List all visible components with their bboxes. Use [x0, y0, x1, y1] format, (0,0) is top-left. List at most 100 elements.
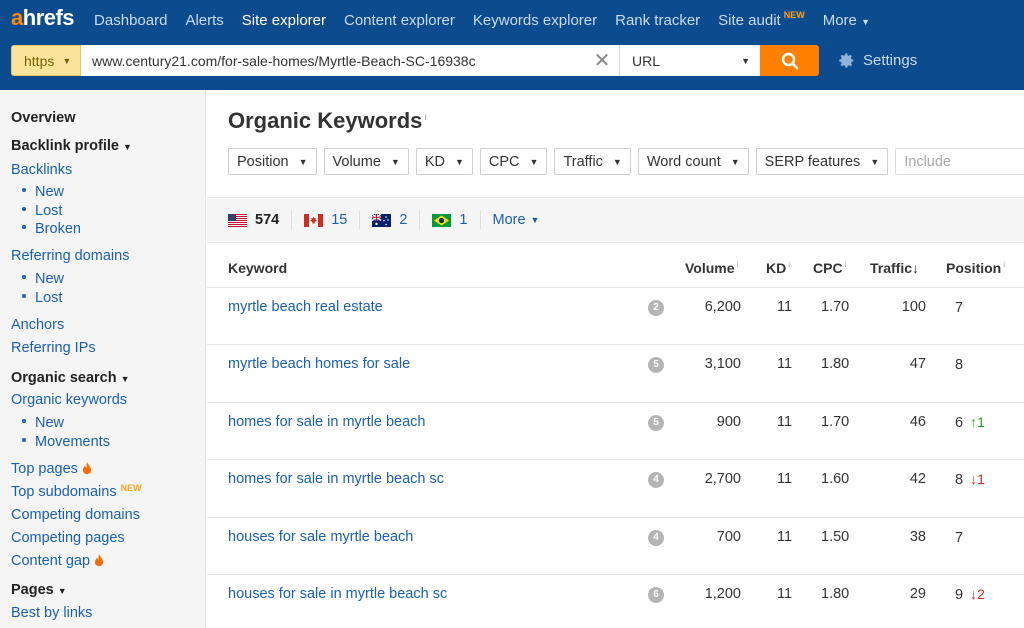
settings-button[interactable]: Settings	[838, 45, 917, 76]
filter-serp-features[interactable]: SERP features ▼	[755, 148, 889, 175]
keyword-link[interactable]: myrtle beach homes for sale	[228, 356, 410, 372]
column-header-cpc[interactable]: CPC i	[813, 260, 846, 276]
sidebar-item-organic-keywords[interactable]: Organic keywords	[11, 392, 127, 408]
ahrefs-logo[interactable]: ahrefs	[11, 5, 75, 31]
keyword-link[interactable]: houses for sale in myrtle beach sc	[228, 586, 447, 602]
sidebar-item-backlinks-new[interactable]: New	[22, 184, 64, 200]
info-icon[interactable]: i	[424, 112, 426, 122]
info-icon[interactable]: i	[737, 260, 739, 269]
column-label: Traffic	[870, 260, 913, 276]
ca-flag-icon	[304, 213, 324, 227]
country-tab-br[interactable]: 1	[432, 211, 481, 229]
serp-features-badge[interactable]: 5	[648, 415, 664, 431]
sidebar-item-competing-pages[interactable]: Competing pages	[11, 530, 125, 546]
country-tab-us[interactable]: 574	[228, 211, 293, 229]
position-value: 8 ↓1	[955, 471, 985, 488]
keyword-link[interactable]: homes for sale in myrtle beach sc	[228, 471, 444, 487]
url-input[interactable]: www.century21.com/for-sale-homes/Myrtle-…	[81, 45, 585, 76]
volume-value: 1,200	[704, 586, 741, 602]
info-icon[interactable]: i	[845, 260, 847, 269]
filter-volume[interactable]: Volume ▼	[323, 148, 409, 175]
country-more-button[interactable]: More ▼	[493, 211, 552, 229]
page-title: Organic Keywords i	[228, 108, 426, 134]
sidebar-item-organic-keywords-new[interactable]: New	[22, 415, 64, 431]
sidebar-item-referring-domains-lost[interactable]: Lost	[22, 290, 62, 306]
sidebar-item-top-subdomains[interactable]: Top subdomains NEW	[11, 483, 142, 500]
filter-position[interactable]: Position ▼	[228, 148, 317, 175]
search-icon	[781, 52, 798, 69]
traffic-value: 47	[909, 356, 926, 372]
top-navbar: ahrefs Dashboard Alerts Site explorer Co…	[0, 0, 1024, 40]
kd-value: 11	[777, 529, 793, 545]
column-header-volume[interactable]: Volume i	[685, 260, 738, 276]
serp-features-badge[interactable]: 4	[648, 472, 664, 488]
sidebar-item-referring-domains-new[interactable]: New	[22, 271, 64, 287]
search-button[interactable]	[760, 45, 819, 76]
nav-item-rank-tracker[interactable]: Rank tracker	[615, 12, 700, 29]
sidebar-item-movements[interactable]: Movements	[22, 434, 110, 450]
nav-item-dashboard[interactable]: Dashboard	[94, 12, 167, 29]
sidebar-item-backlinks-broken[interactable]: Broken	[22, 221, 81, 237]
sidebar-section-pages[interactable]: Pages ▼	[11, 582, 67, 598]
nav-item-content-explorer[interactable]: Content explorer	[344, 12, 455, 29]
position-number: 7	[955, 530, 964, 546]
volume-value: 3,100	[704, 356, 741, 372]
column-header-kd[interactable]: KD i	[766, 260, 790, 276]
keyword-link[interactable]: homes for sale in myrtle beach	[228, 414, 425, 430]
sidebar-item-anchors[interactable]: Anchors	[11, 317, 64, 333]
sidebar-item-label: Content gap	[11, 553, 91, 569]
info-icon[interactable]: i	[1003, 260, 1005, 269]
sidebar-item-overview[interactable]: Overview	[11, 110, 76, 126]
serp-features-badge[interactable]: 4	[648, 530, 664, 546]
nav-item-alerts[interactable]: Alerts	[185, 12, 223, 29]
cpc-value: 1.80	[821, 356, 850, 372]
protocol-select[interactable]: https ▼	[11, 45, 81, 76]
filter-label: SERP features	[764, 153, 861, 170]
chevron-down-icon: ▼	[730, 156, 740, 167]
filter-bar: Position ▼ Volume ▼ KD ▼ CPC ▼ Traffic ▼ Word…	[228, 148, 1024, 175]
sidebar-item-backlinks[interactable]: Backlinks	[11, 162, 72, 178]
chevron-down-icon: ▼	[57, 586, 67, 596]
sidebar-item-content-gap[interactable]: Content gap	[11, 553, 104, 569]
column-header-position[interactable]: Position i	[946, 260, 1005, 276]
country-tab-ca[interactable]: 15	[304, 211, 361, 229]
serp-features-badge[interactable]: 2	[648, 300, 664, 316]
chevron-down-icon: ▼	[120, 374, 130, 384]
filter-kd[interactable]: KD ▼	[415, 148, 473, 175]
serp-features-badge[interactable]: 5	[648, 357, 664, 373]
info-icon[interactable]: i	[788, 260, 790, 269]
sidebar-section-organic-search[interactable]: Organic search ▼	[11, 370, 130, 386]
sidebar-item-top-pages[interactable]: Top pages	[11, 461, 92, 477]
include-input[interactable]: Include	[895, 148, 1024, 175]
nav-item-site-explorer[interactable]: Site explorer	[242, 12, 326, 29]
sidebar-item-referring-ips[interactable]: Referring IPs	[11, 340, 96, 356]
filter-label: Volume	[332, 153, 381, 170]
nav-item-site-audit[interactable]: Site audit NEW	[718, 10, 805, 29]
sidebar-item-referring-domains[interactable]: Referring domains	[11, 248, 129, 264]
keyword-link[interactable]: myrtle beach real estate	[228, 299, 383, 315]
traffic-value: 29	[909, 586, 926, 602]
sidebar-item-backlinks-lost[interactable]: Lost	[22, 203, 62, 219]
nav-item-more[interactable]: More ▼	[823, 12, 870, 29]
cpc-value: 1.50	[821, 529, 850, 545]
sidebar-item-best-by-links[interactable]: Best by links	[11, 605, 92, 621]
filter-label: Traffic	[563, 153, 603, 170]
country-tab-au[interactable]: 2	[372, 211, 421, 229]
keyword-link[interactable]: houses for sale myrtle beach	[228, 529, 413, 545]
sidebar-item-label: Lost	[35, 203, 63, 219]
volume-value: 900	[716, 414, 741, 430]
filter-word-count[interactable]: Word count ▼	[637, 148, 749, 175]
filter-label: Position	[237, 153, 289, 170]
sidebar-item-competing-domains[interactable]: Competing domains	[11, 507, 140, 523]
bullet-icon	[22, 438, 26, 443]
filter-traffic[interactable]: Traffic ▼	[554, 148, 631, 175]
column-header-keyword[interactable]: Keyword	[228, 260, 287, 276]
nav-item-keywords-explorer[interactable]: Keywords explorer	[473, 12, 597, 29]
column-header-traffic[interactable]: Traffic↓	[870, 260, 919, 276]
filter-cpc[interactable]: CPC ▼	[479, 148, 548, 175]
clear-icon[interactable]: ✕	[585, 45, 620, 76]
serp-features-badge[interactable]: 6	[648, 587, 664, 603]
mode-select[interactable]: URL ▼	[620, 45, 760, 76]
sidebar-section-backlink-profile[interactable]: Backlink profile ▼	[11, 138, 132, 154]
sidebar-item-label: New	[35, 271, 65, 287]
